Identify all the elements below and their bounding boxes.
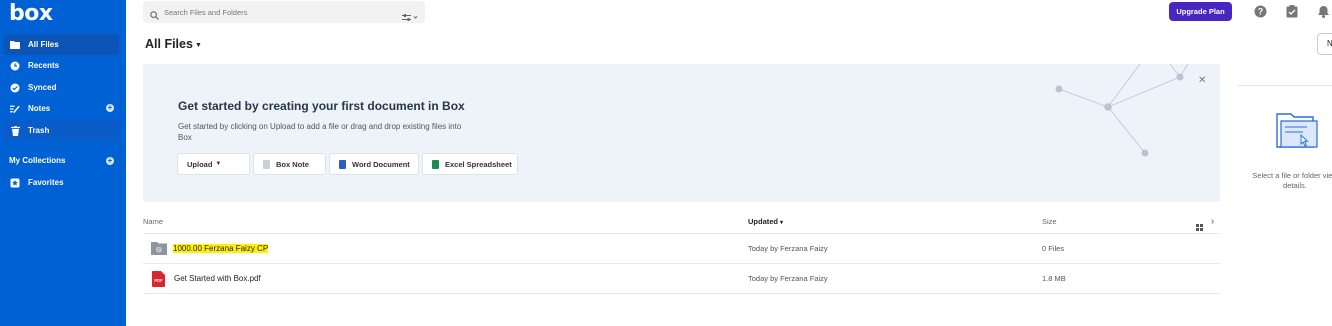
search-bar[interactable]: [143, 1, 425, 23]
sidebar-item-favorites[interactable]: Favorites: [4, 172, 119, 193]
box-note-label: Box Note: [276, 159, 309, 169]
check-circle-icon: [10, 83, 20, 93]
sidebar: box All Files Recents Synced Notes + Tra…: [0, 0, 126, 326]
pdf-icon: PDF: [152, 271, 165, 292]
size-cell: 1.8 MB: [1042, 274, 1066, 283]
sidebar-item-label: Favorites: [28, 178, 64, 187]
filter-icon[interactable]: [402, 8, 418, 26]
word-document-button[interactable]: Word Document: [329, 153, 419, 175]
star-icon: [10, 178, 20, 188]
search-icon: [150, 7, 159, 25]
sidebar-item-recents[interactable]: Recents: [4, 55, 119, 76]
column-header-updated-label: Updated: [748, 217, 778, 226]
getting-started-banner: ✕ Get started by creating your first doc…: [143, 64, 1220, 202]
chevron-down-icon: ▼: [215, 161, 222, 167]
size-cell: 0 Files: [1042, 244, 1065, 253]
column-header-updated[interactable]: Updated ▾: [748, 217, 783, 226]
search-input[interactable]: [164, 5, 384, 19]
new-button[interactable]: N: [1317, 33, 1332, 55]
table-row[interactable]: PDF Get Started with Box.pdf Today by Fe…: [143, 263, 1220, 293]
details-panel-message: Select a file or folder view details.: [1252, 171, 1332, 190]
note-icon: [263, 159, 270, 169]
add-collection-icon[interactable]: +: [106, 157, 114, 165]
excel-icon: [432, 159, 439, 169]
sidebar-item-notes[interactable]: Notes +: [4, 98, 119, 119]
word-icon: [339, 159, 346, 169]
sidebar-item-synced[interactable]: Synced: [4, 77, 119, 98]
banner-title: Get started by creating your first docum…: [178, 99, 465, 113]
divider: [1238, 85, 1332, 86]
column-header-size[interactable]: Size: [1042, 217, 1057, 226]
tasks-icon[interactable]: [1286, 5, 1299, 18]
network-illustration: [1055, 64, 1189, 157]
notifications-bell-icon[interactable]: [1317, 5, 1330, 18]
chevron-down-icon: ▼: [194, 42, 202, 49]
sidebar-item-label: Synced: [28, 83, 57, 92]
trash-icon: [10, 125, 20, 136]
sidebar-item-all-files[interactable]: All Files: [4, 34, 119, 55]
upgrade-plan-button[interactable]: Upgrade Plan: [1169, 2, 1232, 21]
sort-down-icon: ▾: [780, 220, 784, 226]
shared-folder-icon: ©: [151, 241, 167, 260]
upload-button[interactable]: Upload ▼: [177, 153, 250, 175]
banner-description: Get started by clicking on Upload to add…: [178, 122, 462, 142]
column-header-name[interactable]: Name: [143, 217, 163, 226]
chevron-right-icon[interactable]: ›: [1211, 216, 1214, 227]
upload-label: Upload: [187, 159, 213, 169]
sidebar-item-label: Recents: [28, 61, 60, 70]
help-icon[interactable]: ?: [1254, 5, 1267, 18]
folder-details-icon: [1275, 111, 1321, 158]
box-note-button[interactable]: Box Note: [253, 153, 326, 175]
box-app: box All Files Recents Synced Notes + Tra…: [0, 0, 1332, 326]
updated-cell: Today by Ferzana Faizy: [748, 244, 828, 253]
file-name[interactable]: Get Started with Box.pdf: [174, 274, 261, 283]
my-collections-heading[interactable]: My Collections: [9, 156, 65, 165]
sidebar-item-label: All Files: [28, 40, 59, 49]
highlighted-name: 1000.00 Ferzana Faizy CP: [173, 244, 269, 253]
close-icon[interactable]: ✕: [1198, 75, 1206, 86]
table-row[interactable]: © 1000.00 Ferzana Faizy CP Today by Ferz…: [143, 233, 1220, 263]
page-title[interactable]: All Files ▼: [145, 37, 202, 51]
svg-text:?: ?: [1258, 7, 1264, 17]
add-note-icon[interactable]: +: [106, 104, 114, 112]
clock-icon: [10, 61, 20, 71]
excel-spreadsheet-label: Excel Spreadsheet: [445, 159, 512, 169]
divider: [143, 293, 1220, 294]
word-document-label: Word Document: [352, 159, 410, 169]
notes-icon: [10, 104, 20, 114]
sidebar-item-label: Notes: [28, 104, 51, 113]
updated-cell: Today by Ferzana Faizy: [748, 274, 828, 283]
folder-icon: [10, 40, 20, 50]
page-title-text: All Files: [145, 37, 193, 51]
svg-text:PDF: PDF: [154, 278, 163, 283]
box-logo[interactable]: box: [9, 1, 53, 26]
sidebar-item-label: Trash: [28, 126, 50, 135]
excel-spreadsheet-button[interactable]: Excel Spreadsheet: [422, 153, 518, 175]
file-name[interactable]: 1000.00 Ferzana Faizy CP: [173, 244, 269, 253]
sidebar-item-trash[interactable]: Trash: [4, 120, 119, 141]
